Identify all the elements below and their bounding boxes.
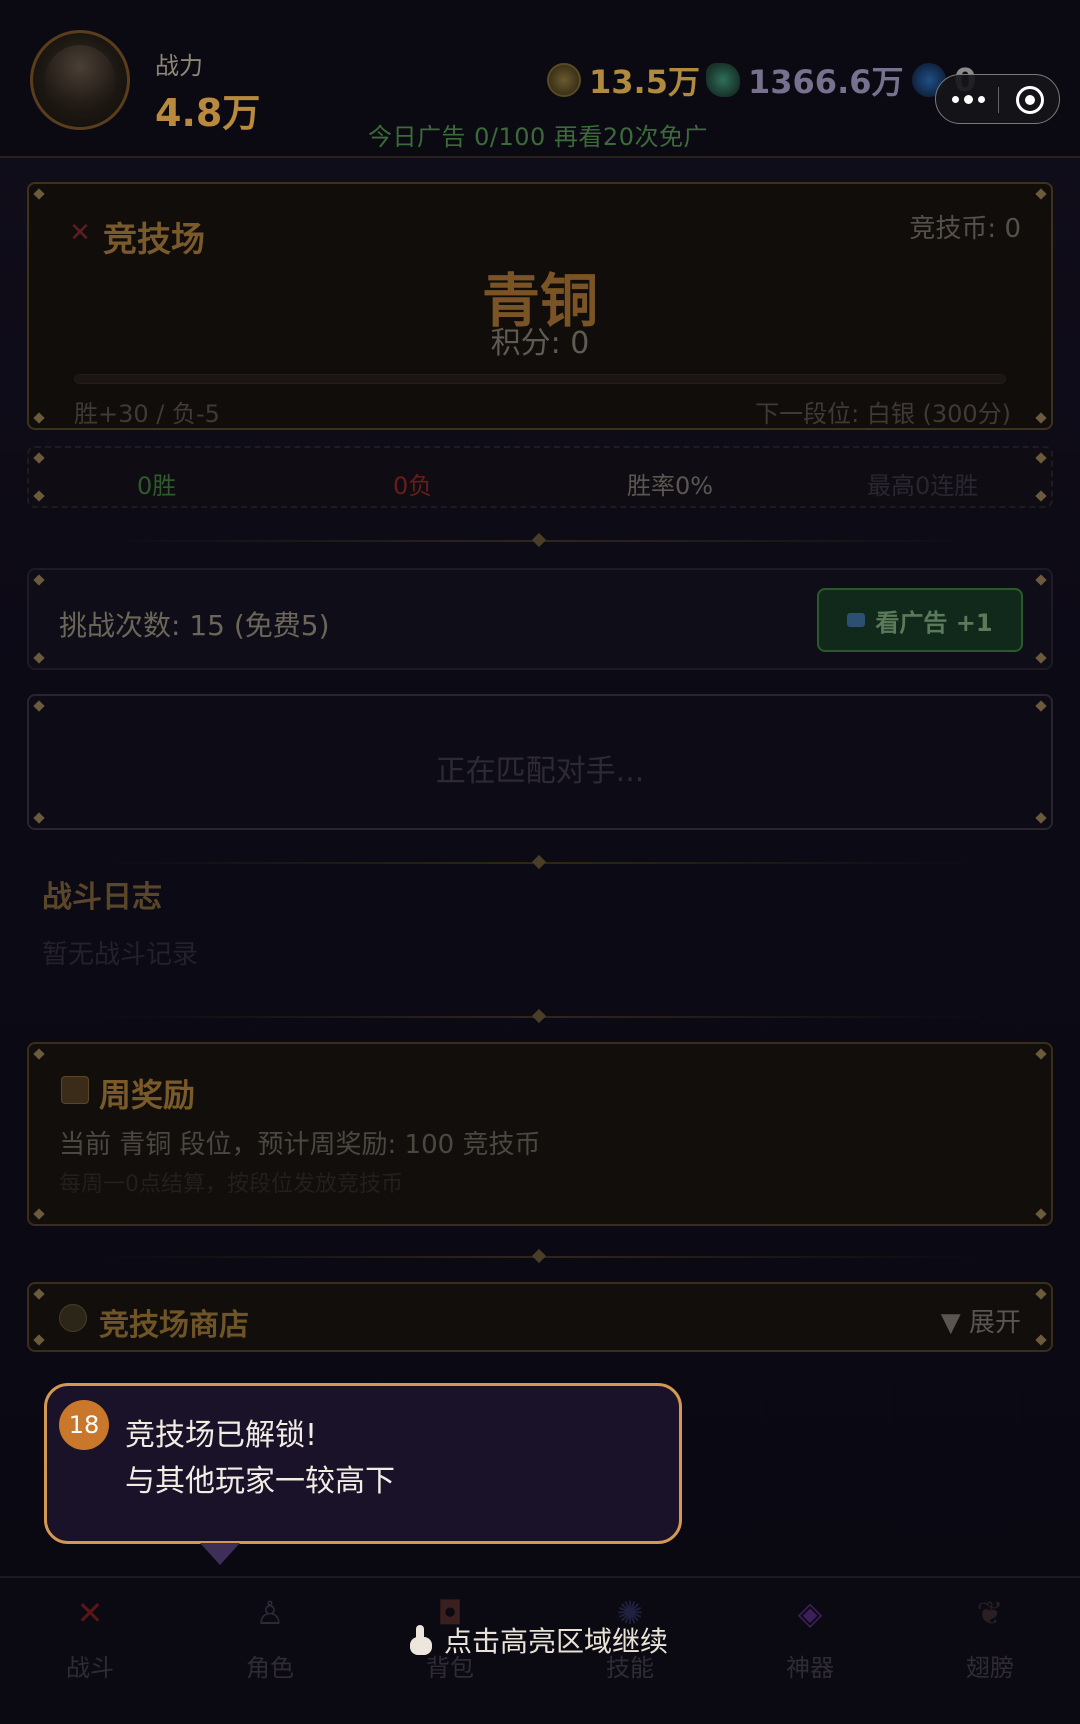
tutorial-line-2: 与其他玩家一较高下 (125, 1464, 395, 1499)
challenge-panel: 挑战次数: 15 (免费5) 看广告 +1 (27, 568, 1053, 670)
continue-hint-text: 点击高亮区域继续 (444, 1625, 669, 1658)
matching-panel[interactable]: 正在匹配对手... (27, 694, 1053, 830)
crossed-swords-icon: ✕ (69, 218, 91, 248)
wins-stat: 0胜 (137, 472, 177, 500)
gold-coin-icon (547, 63, 581, 97)
power-label: 战力 (155, 52, 203, 80)
weekly-reward-estimate: 当前 青铜 段位，预计周奖励: 100 竞技币 (59, 1130, 541, 1160)
best-streak-stat: 最高0连胜 (867, 472, 979, 500)
daily-ad-info: 今日广告 0/100 再看20次免广 (368, 123, 708, 151)
nav-label: 战斗 (66, 1654, 114, 1682)
miniprogram-capsule (935, 74, 1060, 124)
wings-icon: ❦ (976, 1594, 1004, 1632)
arena-coin-balance: 竞技币: 0 (909, 214, 1021, 244)
arena-shop-title: 竞技场商店 (99, 1308, 249, 1343)
gold-resource: 13.5万 (547, 58, 700, 102)
nav-label: 神器 (786, 1654, 834, 1682)
rank-score: 积分: 0 (490, 326, 590, 361)
gem-resource: 1366.6万 (706, 58, 904, 102)
weekly-reward-rule: 每周一0点结算，按段位发放竞技币 (59, 1172, 403, 1197)
character-icon: ♙ (255, 1594, 285, 1632)
win-rate-stat: 胜率0% (627, 472, 714, 500)
battle-log-empty: 暂无战斗记录 (42, 940, 199, 970)
more-menu-icon[interactable] (952, 87, 986, 111)
battle-log-title: 战斗日志 (42, 880, 162, 915)
tutorial-line-1: 竞技场已解锁! (125, 1418, 318, 1453)
losses-stat: 0负 (393, 472, 433, 500)
divider (100, 1016, 980, 1018)
divider (100, 540, 980, 542)
shop-coin-icon (59, 1304, 87, 1332)
nav-label: 角色 (246, 1654, 294, 1682)
artifact-icon: ◈ (797, 1594, 823, 1632)
arena-rank-panel: ✕ 竞技场 竞技币: 0 青铜 积分: 0 胜+30 / 负-5 下一段位: 白… (27, 182, 1053, 430)
matching-status: 正在匹配对手... (435, 754, 645, 789)
video-icon (847, 613, 866, 627)
divider (100, 862, 980, 864)
tutorial-pointer (200, 1543, 240, 1565)
challenge-count: 挑战次数: 15 (免费5) (59, 609, 330, 642)
score-rule: 胜+30 / 负-5 (74, 400, 220, 428)
nav-label: 翅膀 (966, 1654, 1014, 1682)
stats-panel: 0胜 0负 胜率0% 最高0连胜 (27, 446, 1053, 508)
weekly-reward-title: 周奖励 (99, 1076, 196, 1114)
gold-amount: 13.5万 (589, 63, 700, 101)
arena-page: 战力 4.8万 13.5万 1366.6万 0 今日广告 0/100 再看20次… (0, 0, 1080, 1724)
tap-hand-icon (410, 1625, 432, 1655)
watch-ad-button[interactable]: 看广告 +1 (817, 588, 1023, 652)
power-value: 4.8万 (155, 91, 261, 135)
weekly-reward-panel: 周奖励 当前 青铜 段位，预计周奖励: 100 竞技币 每周一0点结算，按段位发… (27, 1042, 1053, 1226)
divider (100, 1256, 980, 1258)
continue-hint: 点击高亮区域继续 (410, 1620, 668, 1660)
gem-icon (706, 63, 740, 97)
tutorial-bubble: 18 竞技场已解锁! 与其他玩家一较高下 (44, 1383, 682, 1544)
nav-battle[interactable]: ✕ 战斗 (30, 1592, 150, 1683)
close-miniprogram-icon[interactable] (1016, 86, 1044, 114)
capsule-divider (998, 87, 999, 113)
tutorial-step-badge: 18 (59, 1400, 109, 1450)
gem-amount: 1366.6万 (748, 63, 904, 101)
rank-progress-bar (74, 374, 1006, 384)
arena-shop-panel[interactable]: 竞技场商店 ▼ 展开 (27, 1282, 1053, 1352)
nav-character[interactable]: ♙ 角色 (210, 1592, 330, 1683)
chest-icon (61, 1076, 89, 1104)
expand-toggle[interactable]: ▼ 展开 (941, 1302, 1021, 1339)
next-rank-info: 下一段位: 白银 (300分) (755, 400, 1011, 428)
nav-artifact[interactable]: ◈ 神器 (750, 1592, 870, 1683)
crossed-swords-icon: ✕ (76, 1594, 104, 1632)
avatar[interactable] (30, 30, 130, 130)
nav-wings[interactable]: ❦ 翅膀 (930, 1592, 1050, 1683)
top-bar: 战力 4.8万 13.5万 1366.6万 0 今日广告 0/100 再看20次… (0, 0, 1080, 158)
avatar-portrait (45, 45, 115, 115)
watch-ad-label: 看广告 +1 (875, 608, 993, 637)
